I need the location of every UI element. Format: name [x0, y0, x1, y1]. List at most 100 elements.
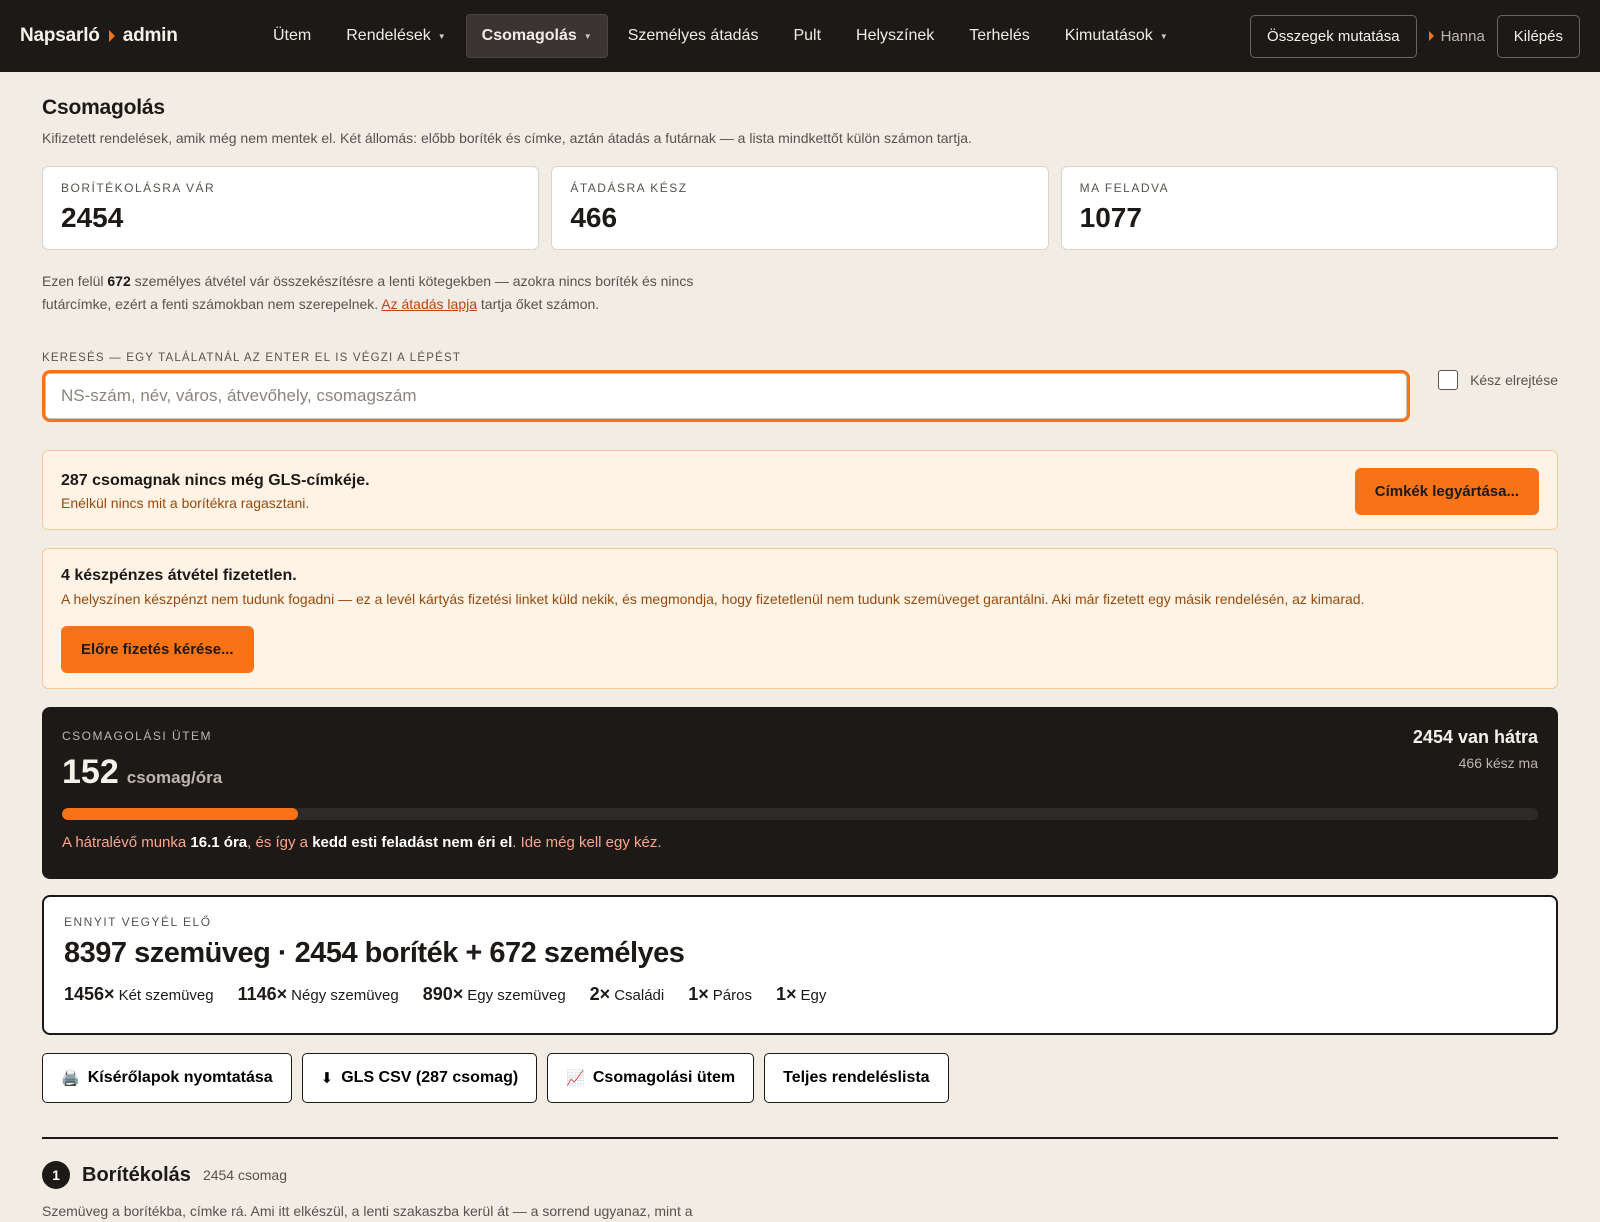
nav-item-label: Terhelés: [969, 27, 1030, 44]
print-slips-button[interactable]: 🖨️ Kísérőlapok nyomtatása: [42, 1053, 292, 1103]
main-content: Csomagolás Kifizetett rendelések, amik m…: [0, 96, 1600, 1219]
prep-item-count: 1456×: [64, 984, 115, 1004]
app-window: Napsarló admin Ütem Rendelések ▼ Csomagol…: [0, 0, 1600, 1222]
section-header-envelope: 1 Borítékolás 2454 csomag: [42, 1161, 1558, 1189]
stat-card-awaiting-envelope: Borítékolásra vár 2454: [42, 166, 540, 250]
brand-triangle-icon: [108, 30, 115, 42]
prep-item-count: 890×: [422, 984, 464, 1004]
pace-warning-text: , és így a: [247, 834, 313, 851]
brand-suffix: admin: [122, 25, 178, 46]
user-status-icon: [1428, 31, 1434, 41]
pace-warning-text: . Ide még kell egy kéz.: [512, 834, 662, 851]
prep-items: 1456× Két szemüveg 1146× Négy szemüveg 890…: [64, 984, 1536, 1005]
nav-item-label: Kimutatások: [1064, 27, 1153, 44]
nav-item-pult[interactable]: Pult: [778, 15, 836, 57]
prep-total: 8397 szemüveg · 2454 boríték + 672 szemé…: [64, 937, 685, 969]
full-order-list-button[interactable]: Teljes rendeléslista: [764, 1053, 949, 1103]
search-input[interactable]: [42, 370, 1411, 422]
alert-text: A helyszínen készpénzt nem tudunk fogadn…: [61, 591, 1365, 607]
packing-pace-panel: Csomagolási ütem 152 csomag/óra 2454 van…: [42, 707, 1558, 879]
button-label: Csomagolási ütem: [592, 1069, 736, 1086]
alert-title: 287 csomagnak nincs még GLS-címkéje.: [61, 471, 370, 489]
step-badge: 1: [42, 1161, 70, 1189]
packing-pace-button[interactable]: 📈 Csomagolási ütem: [547, 1053, 755, 1103]
prep-item-name: Családi: [614, 987, 665, 1004]
prep-item-name: Egy szemüveg: [467, 987, 566, 1004]
hide-done-label: Kész elrejtése: [1470, 372, 1558, 388]
brand-logo[interactable]: Napsarló admin: [20, 25, 258, 47]
pace-unit: csomag/óra: [126, 768, 223, 787]
alert-text: Enélkül nincs mit a borítékra ragasztani…: [61, 494, 310, 511]
pace-hours: 16.1 óra: [190, 834, 248, 851]
note-text: tartja őket számon.: [477, 296, 600, 312]
pace-deadline: kedd esti feladást nem éri el: [312, 834, 513, 851]
brand-name: Napsarló: [20, 25, 100, 46]
prep-item: 1× Páros: [688, 984, 752, 1005]
button-label: Teljes rendeléslista: [783, 1069, 930, 1086]
prep-label: Ennyit vegyél elő: [64, 915, 212, 929]
request-prepayment-button[interactable]: Előre fizetés kérése...: [61, 626, 254, 673]
nav-item-helyszinek[interactable]: Helyszínek: [841, 15, 949, 57]
section-divider: [42, 1137, 1558, 1139]
pace-number: 152: [62, 753, 119, 791]
current-user: Hanna: [1428, 27, 1485, 45]
nav-item-szemelyes-atadas[interactable]: Személyes átadás: [613, 15, 774, 57]
prep-item: 1146× Négy szemüveg: [238, 984, 399, 1005]
hide-done-checkbox[interactable]: [1438, 370, 1459, 390]
logout-button[interactable]: Kilépés: [1496, 14, 1580, 58]
hide-done-toggle[interactable]: Kész elrejtése: [1438, 370, 1558, 390]
search-row: Kész elrejtése: [42, 370, 1558, 422]
chart-icon: 📈: [566, 1070, 585, 1087]
section-count: 2454 csomag: [202, 1167, 287, 1183]
caret-down-icon: ▼: [1159, 31, 1168, 41]
search-label: Keresés — egy találatnál az Enter el is …: [42, 352, 462, 364]
stat-card-shipped-today: Ma feladva 1077: [1060, 166, 1558, 250]
prep-item-name: Egy: [800, 987, 827, 1004]
show-totals-button[interactable]: Összegek mutatása: [1250, 14, 1417, 58]
prep-item-count: 1×: [688, 984, 709, 1004]
handover-page-link[interactable]: Az átadás lapja: [381, 296, 477, 312]
missing-labels-alert: 287 csomagnak nincs még GLS-címkéje. Ené…: [42, 450, 1558, 530]
stat-value: 1077: [1079, 202, 1142, 233]
unpaid-cash-alert: 4 készpénzes átvétel fizetetlen. A helys…: [42, 548, 1558, 689]
pace-progress-fill: [62, 808, 299, 820]
prep-item: 1456× Két szemüveg: [64, 984, 214, 1005]
nav-right: Összegek mutatása Hanna Kilépés: [1250, 14, 1580, 58]
nav-item-label: Ütem: [273, 27, 312, 44]
nav-item-csomagolas[interactable]: Csomagolás ▼: [465, 14, 608, 58]
prep-item-count: 2×: [589, 984, 611, 1004]
top-nav: Napsarló admin Ütem Rendelések ▼ Csomagol…: [0, 0, 1600, 72]
prep-item: 890× Egy szemüveg: [423, 984, 566, 1005]
button-label: GLS CSV (287 csomag): [341, 1069, 519, 1086]
nav-item-rendelesek[interactable]: Rendelések ▼: [331, 15, 460, 57]
stat-value: 2454: [61, 202, 124, 233]
prep-item-name: Négy szemüveg: [291, 987, 399, 1004]
nav-item-label: Pult: [793, 27, 822, 44]
nav-links: Ütem Rendelések ▼ Csomagolás ▼ Személyes á…: [258, 14, 1188, 58]
nav-item-terheles[interactable]: Terhelés: [954, 15, 1044, 57]
gls-csv-button[interactable]: ⬇ GLS CSV (287 csomag): [301, 1053, 538, 1103]
nav-item-utem[interactable]: Ütem: [258, 15, 326, 57]
done-today-count: 466 kész ma: [1458, 755, 1538, 771]
nav-item-kimutatasok[interactable]: Kimutatások ▼: [1050, 15, 1183, 57]
nav-item-label: Helyszínek: [856, 27, 935, 44]
user-name: Hanna: [1440, 27, 1485, 45]
note-text: Ezen felül: [42, 273, 108, 289]
personal-pickup-note: Ezen felül 672 személyes átvétel vár öss…: [42, 270, 762, 316]
pace-value: 152 csomag/óra: [62, 753, 1538, 792]
section-description: Szemüveg a borítékba, címke rá. Ami itt …: [42, 1203, 693, 1219]
note-count: 672: [107, 273, 131, 289]
generate-labels-button[interactable]: Címkék legyártása...: [1354, 467, 1539, 515]
prep-summary-card: Ennyit vegyél elő 8397 szemüveg · 2454 b…: [42, 895, 1558, 1035]
alert-body: 287 csomagnak nincs még GLS-címkéje. Ené…: [61, 472, 370, 511]
stat-cards: Borítékolásra vár 2454 Átadásra kész 466…: [42, 166, 1558, 250]
stat-label: Borítékolásra vár: [61, 181, 216, 195]
download-icon: ⬇: [320, 1070, 334, 1087]
pace-progress-bar: [62, 808, 1538, 820]
remaining-count: 2454 van hátra: [1412, 727, 1538, 747]
pace-label: Csomagolási ütem: [62, 729, 213, 743]
pace-warning-text: A hátralévő munka: [62, 834, 191, 851]
nav-item-label: Csomagolás: [481, 27, 577, 44]
prep-item: 1× Egy: [776, 984, 826, 1005]
caret-down-icon: ▼: [583, 31, 592, 41]
